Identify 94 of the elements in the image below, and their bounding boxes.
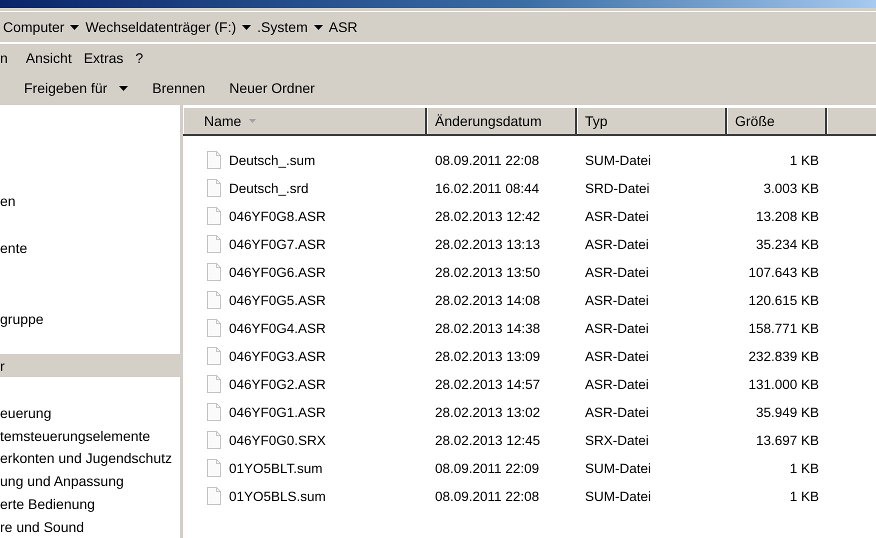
file-icon [207,431,221,449]
file-icon [207,487,221,505]
type-cell: ASR-Datei [585,348,649,364]
date-cell: 16.02.2011 08:44 [435,180,540,196]
file-icon [207,375,221,393]
date-cell: 28.02.2013 12:45 [435,432,540,448]
size-cell: 158.771 KB [748,320,819,336]
breadcrumb[interactable]: Computer [3,19,64,35]
file-name[interactable]: 046YF0G1.ASR [229,404,326,420]
file-name[interactable]: 046YF0G5.ASR [229,292,326,308]
file-icon [207,151,221,169]
file-name[interactable]: Deutsch_.sum [229,152,316,168]
file-name[interactable]: 01YO5BLT.sum [229,460,323,476]
size-cell: 232.839 KB [748,348,819,364]
nav-item[interactable]: ung und Anpassung [0,469,180,492]
type-cell: SUM-Datei [585,152,652,168]
file-name[interactable]: 046YF0G4.ASR [229,320,326,336]
type-cell: ASR-Datei [585,292,649,308]
nav-item[interactable]: r [0,354,180,377]
file-icon [207,179,221,197]
toolbar-button[interactable]: Neuer Ordner [221,73,323,103]
size-cell: 13.208 KB [756,208,819,224]
size-cell: 35.234 KB [756,236,819,252]
size-cell: 35.949 KB [756,404,819,420]
breadcrumb[interactable]: Wechseldatenträger (F:) [85,19,236,35]
column-header[interactable]: Typ [577,108,727,134]
size-cell: 1 KB [790,460,819,476]
nav-item[interactable]: en [0,189,180,212]
address-bar[interactable]: Computer Wechseldatenträger (F:) .System ASR [0,11,876,43]
type-cell: ASR-Datei [585,236,649,252]
type-cell: SRD-Datei [585,180,650,196]
toolbar-button[interactable]: Freigeben für [16,73,136,103]
file-name[interactable]: Deutsch_.srd [229,180,309,196]
menu-item[interactable]: Ansicht [20,50,78,66]
toolbar-button[interactable]: Brennen [144,73,214,103]
size-cell: 131.000 KB [748,376,819,392]
file-icon [207,459,221,477]
file-name[interactable]: 046YF0G8.ASR [229,208,326,224]
size-cell: 107.643 KB [748,264,819,280]
file-name[interactable]: 046YF0G7.ASR [229,236,326,252]
caret-icon [314,24,323,30]
size-cell: 13.697 KB [756,432,819,448]
nav-item[interactable]: ente [0,236,180,259]
date-cell: 28.02.2013 13:50 [435,264,540,280]
file-icon [207,207,221,225]
type-cell: ASR-Datei [585,404,649,420]
file-name[interactable]: 01YO5BLS.sum [229,488,326,504]
file-name[interactable]: 046YF0G0.SRX [229,432,326,448]
type-cell: SUM-Datei [585,460,652,476]
caret-icon [242,24,252,30]
breadcrumb[interactable]: ASR [328,19,358,35]
date-cell: 28.02.2013 14:08 [435,292,540,308]
file-name[interactable]: 046YF0G3.ASR [229,348,326,364]
type-cell: SRX-Datei [585,432,649,448]
type-cell: ASR-Datei [585,208,649,224]
nav-item[interactable]: erkonten und Jugendschutz [0,446,180,470]
file-icon [207,319,221,337]
size-cell: 1 KB [790,488,819,504]
date-cell: 28.02.2013 14:57 [435,376,540,392]
file-icon [207,263,221,281]
date-cell: 28.02.2013 13:09 [435,348,540,364]
type-cell: SUM-Datei [585,488,652,504]
size-cell: 1 KB [790,152,819,168]
type-cell: ASR-Datei [585,320,649,336]
column-header[interactable]: Name [183,108,427,134]
type-cell: ASR-Datei [585,376,649,392]
nav-item[interactable]: gruppe [0,306,180,330]
date-cell: 28.02.2013 14:38 [435,320,540,336]
date-cell: 28.02.2013 13:02 [435,404,540,420]
file-icon [207,291,221,309]
file-icon [207,403,221,421]
menu-item[interactable]: Extras [78,50,130,66]
size-cell: 120.615 KB [748,292,819,308]
column-header[interactable]: Größe [727,108,827,134]
breadcrumb[interactable]: .System [257,19,308,35]
date-cell: 28.02.2013 13:13 [435,236,540,252]
nav-item[interactable]: euerung [0,400,180,424]
menu-item[interactable]: ? [129,50,150,66]
date-cell: 28.02.2013 12:42 [435,208,540,224]
caret-icon [70,24,80,30]
file-name[interactable]: 046YF0G2.ASR [229,376,326,392]
date-cell: 08.09.2011 22:09 [435,460,540,476]
file-icon [207,235,221,253]
date-cell: 08.09.2011 22:08 [435,488,540,504]
menu-item[interactable]: n [0,50,20,66]
date-cell: 08.09.2011 22:08 [435,152,540,168]
nav-item[interactable]: temsteuerungselemente [0,424,180,446]
nav-item[interactable]: re und Sound [0,515,180,538]
size-cell: 3.003 KB [763,180,819,196]
file-icon [207,347,221,365]
file-name[interactable]: 046YF0G6.ASR [229,264,326,280]
column-header[interactable]: Änderungsdatum [427,108,577,134]
type-cell: ASR-Datei [585,264,649,280]
nav-item[interactable]: erte Bedienung [0,492,180,516]
